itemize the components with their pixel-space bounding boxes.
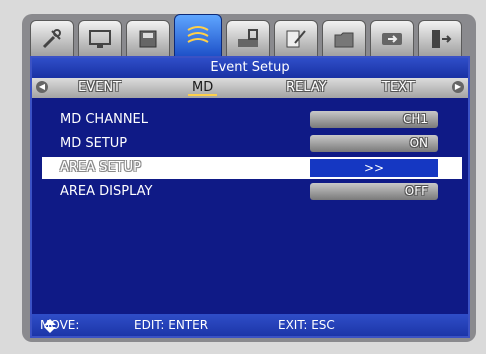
network-icon bbox=[238, 29, 258, 47]
event-setup-panel: Event Setup ◀ EVENT MD RELAY TEXT ▶ MD C… bbox=[30, 56, 470, 338]
main-menu-icon-bar bbox=[30, 14, 468, 58]
scroll-right-button[interactable]: ▶ bbox=[452, 81, 464, 93]
panel-title: Event Setup bbox=[32, 58, 468, 78]
tools-icon bbox=[42, 29, 61, 49]
md-setup-label: MD SETUP bbox=[60, 136, 128, 151]
checklist-menu-button[interactable] bbox=[274, 20, 318, 58]
settings-list: MD CHANNEL CH1 MD SETUP ON AREA SETUP >>… bbox=[32, 108, 468, 204]
storage-icon bbox=[139, 30, 157, 48]
area-setup-row[interactable]: AREA SETUP >> bbox=[42, 157, 462, 179]
md-channel-label: MD CHANNEL bbox=[60, 112, 149, 127]
footer-help-bar: MOVE: EDIT: ENTER EXIT: ESC bbox=[32, 314, 468, 336]
area-display-row[interactable]: AREA DISPLAY OFF bbox=[32, 180, 468, 204]
storage-menu-button[interactable] bbox=[126, 20, 170, 58]
sub-tab-bar: ◀ EVENT MD RELAY TEXT ▶ bbox=[32, 78, 468, 98]
area-setup-label: AREA SETUP bbox=[60, 160, 141, 175]
folder-icon bbox=[334, 32, 354, 48]
tab-text[interactable]: TEXT bbox=[382, 78, 415, 98]
scroll-left-button[interactable]: ◀ bbox=[36, 81, 48, 93]
network-menu-button[interactable] bbox=[226, 20, 270, 58]
exit-icon bbox=[432, 30, 452, 48]
backup-icon bbox=[382, 33, 402, 45]
tools-menu-button[interactable] bbox=[30, 20, 74, 58]
md-setup-value[interactable]: ON bbox=[310, 135, 438, 152]
folder-menu-button[interactable] bbox=[322, 20, 366, 58]
monitor-icon bbox=[89, 30, 111, 48]
event-icon bbox=[187, 26, 209, 43]
footer-exit: EXIT: ESC bbox=[278, 318, 335, 332]
tab-md[interactable]: MD bbox=[187, 78, 218, 98]
footer-move: MOVE: bbox=[40, 314, 79, 336]
tab-event[interactable]: EVENT bbox=[78, 78, 121, 98]
area-setup-value[interactable]: >> bbox=[310, 159, 438, 177]
tab-relay[interactable]: RELAY bbox=[286, 78, 327, 98]
exit-menu-button[interactable] bbox=[418, 20, 462, 58]
backup-menu-button[interactable] bbox=[370, 20, 414, 58]
checklist-icon bbox=[286, 30, 306, 48]
chevron-left-icon: ◀ bbox=[38, 82, 46, 91]
footer-edit: EDIT: ENTER bbox=[134, 318, 209, 332]
md-setup-row[interactable]: MD SETUP ON bbox=[32, 132, 468, 156]
md-channel-row[interactable]: MD CHANNEL CH1 bbox=[32, 108, 468, 132]
event-menu-button[interactable] bbox=[174, 14, 222, 58]
footer-move-label: MOVE: bbox=[40, 318, 80, 332]
chevron-right-icon: ▶ bbox=[454, 82, 462, 91]
area-display-label: AREA DISPLAY bbox=[60, 184, 153, 199]
area-display-value[interactable]: OFF bbox=[310, 183, 438, 200]
md-channel-value[interactable]: CH1 bbox=[310, 111, 438, 128]
display-menu-button[interactable] bbox=[78, 20, 122, 58]
